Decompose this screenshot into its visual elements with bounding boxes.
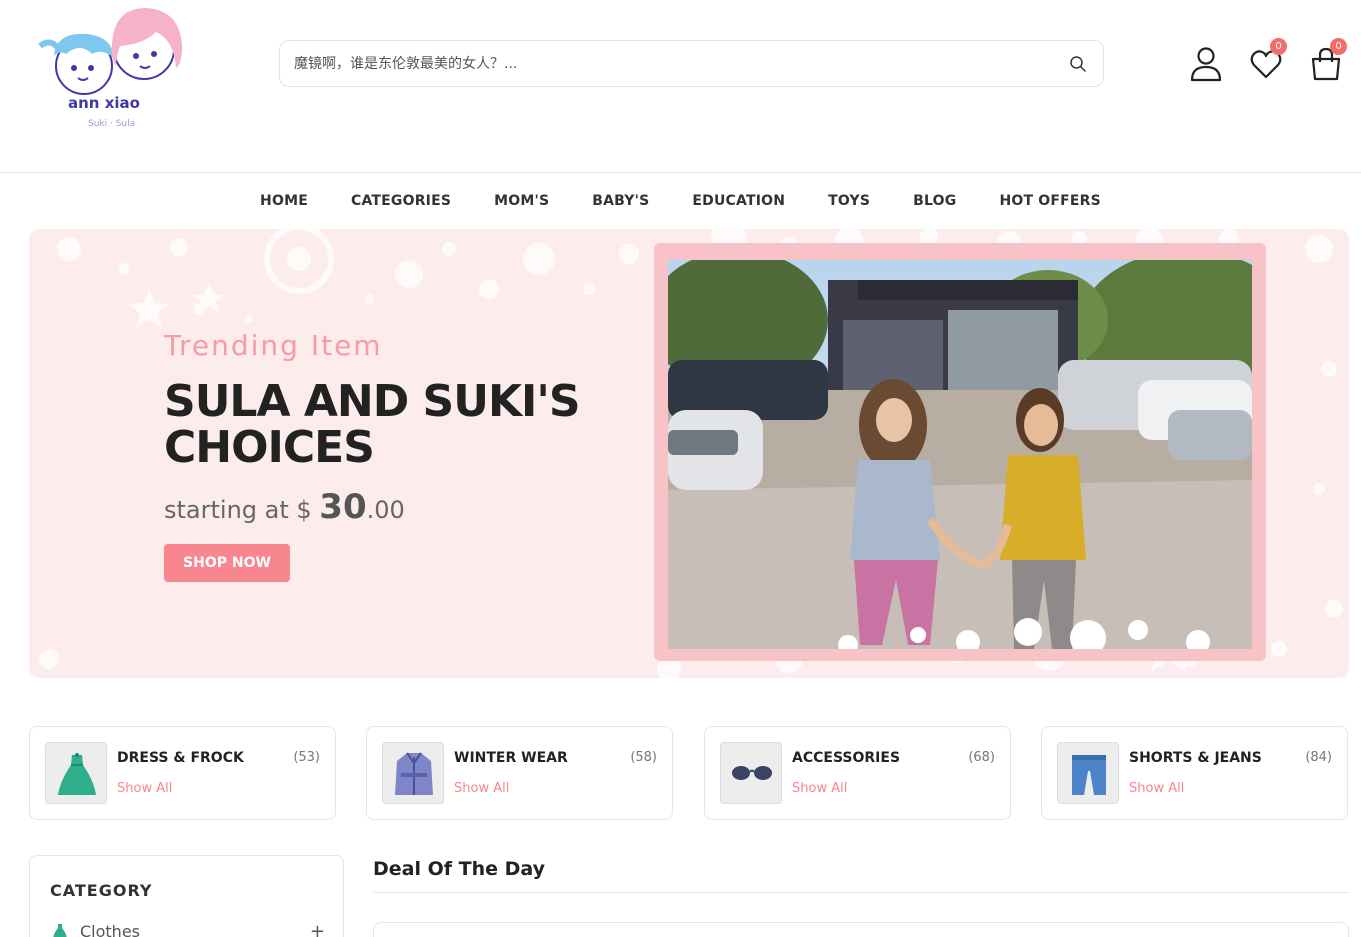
logo-wordmark: ann xiao — [68, 94, 140, 112]
dress-icon — [53, 924, 67, 937]
shop-now-button[interactable]: SHOP NOW — [164, 544, 290, 582]
sidebar-heading: CATEGORY — [50, 881, 153, 900]
dress-icon — [58, 753, 96, 795]
price-cents: .00 — [366, 496, 405, 524]
category-card-shorts-jeans[interactable]: SHORTS & JEANS (84) Show All — [1041, 726, 1348, 820]
user-icon — [1190, 47, 1222, 82]
category-title: DRESS & FROCK — [117, 750, 244, 766]
expand-toggle[interactable]: + — [310, 922, 325, 937]
glasses-icon — [732, 766, 772, 780]
deal-product-panel — [373, 922, 1349, 937]
brand-logo[interactable]: ann xiao Suki · Sula — [36, 4, 186, 129]
category-thumb — [382, 742, 444, 804]
price-prefix: starting at $ — [164, 496, 320, 524]
sidebar-item-label: Clothes — [80, 922, 140, 937]
logo-tagline: Suki · Sula — [88, 119, 135, 128]
price-main: 30 — [319, 487, 367, 527]
category-count: (53) — [293, 750, 320, 765]
sidebar-item-clothes[interactable]: Clothes + — [50, 922, 325, 937]
show-all-link[interactable]: Show All — [117, 781, 172, 796]
search-icon[interactable] — [1069, 55, 1087, 73]
search-bar — [279, 40, 1104, 87]
category-count: (68) — [968, 750, 995, 765]
category-title: SHORTS & JEANS — [1129, 750, 1262, 766]
search-input[interactable] — [294, 53, 1034, 75]
category-title: WINTER WEAR — [454, 750, 568, 766]
nav-blog[interactable]: BLOG — [913, 174, 956, 229]
category-sidebar: CATEGORY Clothes + — [29, 855, 344, 937]
category-count: (84) — [1305, 750, 1332, 765]
shorts-icon — [1072, 755, 1106, 795]
hero-banner: Trending Item SULA AND SUKI'S CHOICES st… — [29, 229, 1349, 678]
banner-subtitle: Trending Item — [164, 329, 383, 362]
banner-title: SULA AND SUKI'S CHOICES — [164, 376, 581, 473]
site-header: ann xiao Suki · Sula 0 0 — [0, 0, 1361, 173]
wishlist-count-badge: 0 — [1270, 38, 1287, 55]
nav-babys[interactable]: BABY'S — [592, 174, 649, 229]
nav-toys[interactable]: TOYS — [828, 174, 870, 229]
cart-button[interactable]: 0 — [1309, 38, 1347, 82]
nav-home[interactable]: HOME — [260, 174, 308, 229]
banner-price: starting at $ 30.00 — [164, 487, 405, 527]
banner-photo — [668, 260, 1252, 649]
category-card-dress[interactable]: DRESS & FROCK (53) Show All — [29, 726, 336, 820]
deal-of-the-day-heading: Deal Of The Day — [373, 858, 546, 880]
nav-hot-offers[interactable]: HOT OFFERS — [999, 174, 1101, 229]
coat-icon — [395, 752, 433, 795]
category-thumb — [720, 742, 782, 804]
wishlist-button[interactable]: 0 — [1249, 38, 1287, 82]
category-card-winter-wear[interactable]: WINTER WEAR (58) Show All — [366, 726, 673, 820]
category-thumb — [1057, 742, 1119, 804]
nav-education[interactable]: EDUCATION — [692, 174, 785, 229]
cart-count-badge: 0 — [1330, 38, 1347, 55]
divider — [373, 892, 1349, 893]
category-title: ACCESSORIES — [792, 750, 901, 766]
show-all-link[interactable]: Show All — [454, 781, 509, 796]
nav-moms[interactable]: MOM'S — [494, 174, 549, 229]
account-button[interactable] — [1189, 46, 1223, 82]
show-all-link[interactable]: Show All — [1129, 781, 1184, 796]
category-card-accessories[interactable]: ACCESSORIES (68) Show All — [704, 726, 1011, 820]
category-count: (58) — [630, 750, 657, 765]
main-nav: HOME CATEGORIES MOM'S BABY'S EDUCATION T… — [0, 174, 1361, 229]
category-thumb — [45, 742, 107, 804]
show-all-link[interactable]: Show All — [792, 781, 847, 796]
nav-categories[interactable]: CATEGORIES — [351, 174, 451, 229]
